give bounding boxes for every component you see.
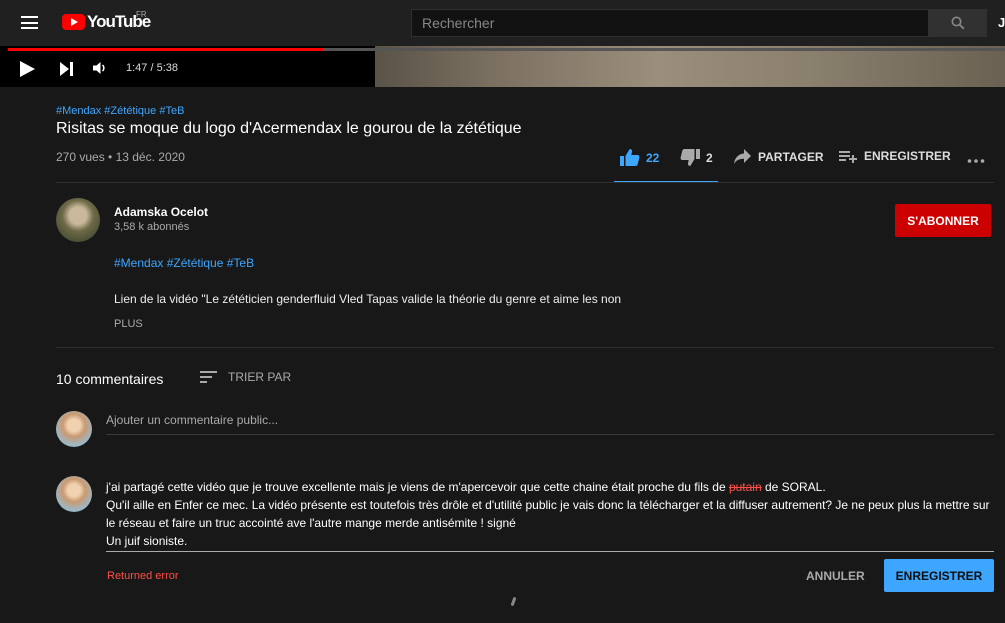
share-label: PARTAGER	[758, 149, 824, 164]
divider	[56, 182, 994, 183]
like-button[interactable]: 22	[619, 148, 659, 167]
time-display: 1:47 / 5:38	[126, 62, 178, 74]
more-horiz-icon	[967, 159, 985, 163]
avatar	[56, 476, 92, 512]
youtube-logo[interactable]: YouTube FR	[62, 10, 151, 32]
draft-line: Qu'il aille en Enfer ce mec. La vidéo pr…	[106, 498, 990, 530]
draft-text: j'ai partagé cette vidéo que je trouve e…	[106, 480, 729, 494]
share-button[interactable]: PARTAGER	[733, 148, 824, 165]
masthead: YouTube FR J	[0, 0, 1005, 46]
play-icon[interactable]	[20, 61, 35, 77]
channel-name[interactable]: Adamska Ocelot	[114, 205, 208, 219]
subscriber-count: 3,58 k abonnés	[114, 221, 190, 233]
loading-spinner	[510, 596, 517, 607]
share-icon	[734, 149, 751, 164]
input-underline	[106, 434, 994, 435]
channel-avatar[interactable]	[56, 198, 100, 242]
description-text: Lien de la vidéo "Le zététicien genderfl…	[114, 292, 622, 306]
youtube-play-icon	[62, 14, 85, 30]
sort-button[interactable]: TRIER PAR	[200, 370, 291, 384]
save-label: ENREGISTRER	[864, 149, 951, 163]
dislike-count: 2	[706, 150, 713, 165]
subscribe-button[interactable]: S'ABONNER	[895, 204, 991, 237]
playlist-add-icon	[839, 151, 857, 163]
show-more-button[interactable]: PLUS	[114, 318, 143, 330]
volume-icon[interactable]	[92, 60, 108, 76]
thumbs-down-icon	[680, 149, 700, 166]
progress-bar[interactable]	[8, 48, 1005, 51]
save-to-playlist-button[interactable]: ENREGISTRER	[838, 148, 951, 164]
search-input[interactable]	[411, 9, 929, 37]
sort-icon	[200, 371, 217, 383]
progress-fill	[8, 48, 324, 51]
description-hashtags[interactable]: #Mendax #Zététique #TeB	[114, 256, 254, 270]
submit-comment-button[interactable]: ENREGISTRER	[884, 559, 994, 592]
comment-draft-input[interactable]: j'ai partagé cette vidéo que je trouve e…	[106, 478, 996, 550]
search-icon	[951, 16, 965, 30]
search-button[interactable]	[929, 9, 987, 37]
profile-button[interactable]: J	[998, 15, 1005, 30]
more-actions-button[interactable]	[966, 149, 986, 169]
video-meta: 270 vues • 13 déc. 2020	[56, 150, 185, 164]
thumbs-up-icon	[620, 149, 640, 166]
draft-line: Un juif sioniste.	[106, 534, 188, 548]
cancel-button[interactable]: ANNULER	[806, 569, 865, 583]
add-comment-input[interactable]: Ajouter un commentaire public...	[106, 413, 278, 427]
draft-line: j'ai partagé cette vidéo que je trouve e…	[106, 478, 996, 496]
video-player[interactable]: 1:47 / 5:38	[0, 46, 1005, 87]
comments-count: 10 commentaires	[56, 371, 164, 387]
video-hashtags[interactable]: #Mendax #Zététique #TeB	[56, 105, 184, 117]
sort-label: TRIER PAR	[228, 370, 292, 384]
draft-text: de SORAL.	[761, 480, 826, 494]
draft-struck-word: putain	[728, 480, 762, 494]
error-message: Returned error	[107, 570, 179, 582]
video-frame	[375, 46, 1005, 87]
divider	[56, 347, 994, 348]
avatar	[56, 411, 92, 447]
region-code: FR	[136, 10, 147, 19]
like-count: 22	[646, 150, 660, 165]
menu-icon[interactable]	[21, 16, 38, 29]
input-underline	[106, 551, 994, 552]
dislike-button[interactable]: 2	[680, 148, 713, 167]
next-icon[interactable]	[60, 62, 74, 76]
video-title: Risitas se moque du logo d'Acermendax le…	[56, 120, 522, 137]
